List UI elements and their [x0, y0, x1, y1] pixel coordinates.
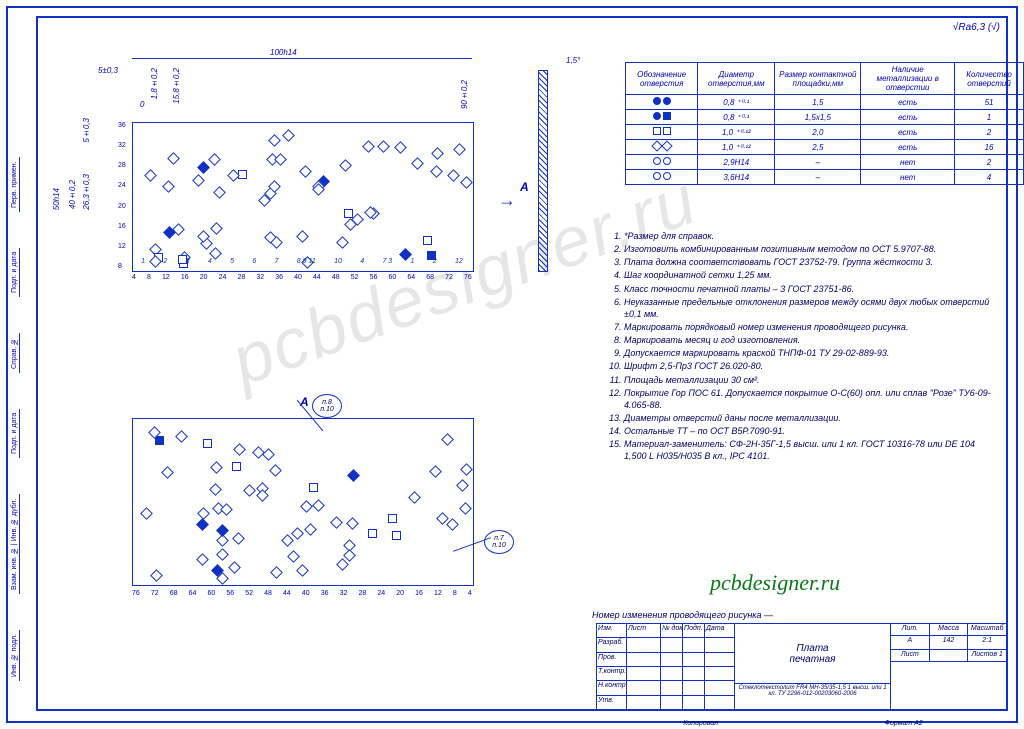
pad-icon — [233, 443, 246, 456]
dim-height: 50h14 — [52, 188, 61, 210]
pcb-bottom-view — [132, 418, 474, 586]
hole-symbol-icon — [653, 112, 671, 120]
technical-notes: *Размер для справок.Изготовить комбиниро… — [602, 230, 992, 464]
pad-icon — [228, 561, 241, 574]
revision-note: Номер изменения проводящего рисунка — — [592, 610, 773, 620]
section-mark-a: А — [520, 180, 529, 194]
pad-icon — [429, 465, 442, 478]
pad-icon — [216, 524, 229, 537]
drawing-sheet: Инв. № подл.Взам. инв. № | Инв. № дубл. … — [0, 0, 1024, 729]
pad-icon — [447, 169, 460, 182]
pad-icon — [144, 169, 157, 182]
pad-icon — [344, 549, 357, 562]
pad-icon — [441, 433, 454, 446]
drawing-title: Плата печатная — [735, 624, 890, 684]
pad-icon — [287, 550, 300, 563]
pad-icon — [460, 176, 473, 189]
pad-icon — [210, 222, 223, 235]
pad-icon — [252, 446, 265, 459]
pad-icon — [304, 523, 317, 536]
pad-icon — [412, 157, 425, 170]
pad-icon — [197, 553, 210, 566]
pad-icon — [388, 514, 397, 523]
pad-icon — [408, 491, 421, 504]
pad-icon — [336, 236, 349, 249]
pad-icon — [378, 140, 391, 153]
pad-icon — [270, 566, 283, 579]
pad-icon — [423, 236, 432, 245]
pad-icon — [150, 569, 163, 582]
pad-icon — [269, 464, 282, 477]
pad-icon — [453, 143, 466, 156]
dim-width: 100h14 — [270, 48, 297, 57]
pad-icon — [312, 499, 325, 512]
pad-icon — [232, 462, 241, 471]
pad-icon — [162, 180, 175, 193]
pcb-edge-view — [538, 70, 548, 272]
pad-icon — [197, 507, 210, 520]
hole-symbol-icon — [653, 157, 671, 165]
hole-symbol-icon — [653, 127, 671, 135]
pad-icon — [460, 463, 473, 476]
pad-icon — [339, 159, 352, 172]
pad-icon — [243, 484, 256, 497]
material-spec: Стеклотекстолит FR4 MH-35/35-1,5 1 высш.… — [735, 684, 890, 710]
brand-url: pcbdesigner.ru — [710, 570, 840, 596]
hole-table: Обозначение отверстияДиаметр отверстия,м… — [625, 62, 1024, 185]
pad-icon — [300, 500, 313, 513]
pad-icon — [257, 489, 270, 502]
ruler-h-top: 481216202428323640444852566064687276 — [132, 274, 472, 281]
pad-icon — [392, 531, 401, 540]
dim-a1: 5±0,3 — [98, 66, 118, 75]
pad-icon — [213, 186, 226, 199]
pad-icon — [209, 483, 222, 496]
pad-icon — [217, 548, 230, 561]
pad-icon — [347, 469, 360, 482]
pad-icon — [268, 134, 281, 147]
pad-icon — [140, 507, 153, 520]
ruler-h-bot: 767268646056524844403632282420161284 — [132, 590, 472, 597]
hole-symbol-icon — [653, 142, 671, 150]
pad-icon — [232, 532, 245, 545]
pad-icon — [344, 209, 353, 218]
pad-icon — [431, 165, 444, 178]
pad-icon — [192, 174, 205, 187]
callout-2: п.7 п.10 — [484, 530, 514, 554]
callout-1: п.8 п.10 — [312, 394, 342, 418]
pad-icon — [161, 467, 174, 480]
pad-icon — [282, 129, 295, 142]
hole-symbol-icon — [653, 97, 671, 105]
stamp-line: КопировалФормат А2 — [600, 720, 1006, 727]
pad-icon — [346, 517, 359, 530]
title-block: Изм.Лист№ докум.Подп.ДатаРазраб.Пров.Т.к… — [596, 623, 1008, 711]
pad-icon — [167, 152, 180, 165]
pad-icon — [203, 439, 212, 448]
pad-icon — [291, 527, 304, 540]
pad-icon — [296, 564, 309, 577]
side-register: Инв. № подл.Взам. инв. № | Инв. № дубл. … — [4, 139, 26, 699]
pad-icon — [395, 142, 408, 155]
pad-icon — [457, 479, 470, 492]
pad-icon — [362, 140, 375, 153]
pad-icon — [197, 161, 210, 174]
pad-icon — [275, 153, 288, 166]
pad-icon — [210, 461, 223, 474]
pad-icon — [446, 518, 459, 531]
pad-icon — [262, 448, 275, 461]
hole-symbol-icon — [653, 172, 671, 180]
pad-icon — [309, 483, 318, 492]
pad-icon — [459, 502, 472, 515]
section-arrow-icon: → — [498, 190, 516, 211]
pad-icon — [282, 534, 295, 547]
ruler-v-top: 812162024283236 — [118, 122, 126, 270]
surface-roughness: √Ra6,3 (√) — [953, 22, 1000, 33]
pad-icon — [368, 529, 377, 538]
pad-icon — [296, 231, 309, 244]
pad-icon — [330, 516, 343, 529]
pad-icon — [208, 153, 221, 166]
pad-icon — [431, 147, 444, 160]
pad-icon — [299, 166, 312, 179]
pcb-top-view — [132, 122, 474, 272]
pad-icon — [175, 430, 188, 443]
